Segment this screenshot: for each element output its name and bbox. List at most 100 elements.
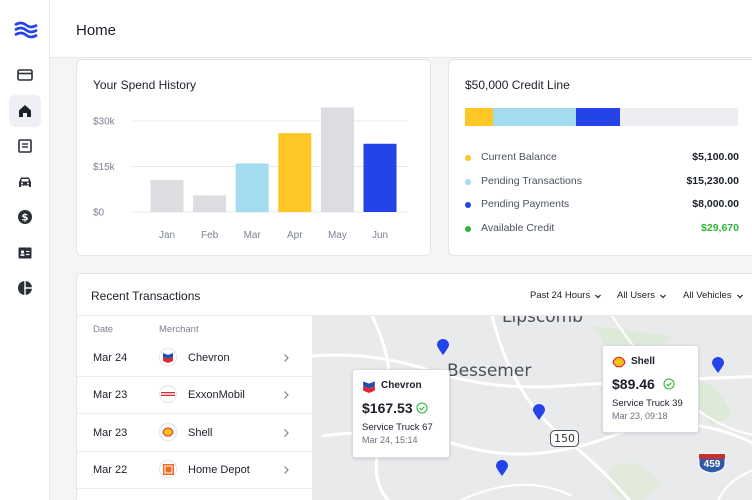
brand-logo-icon[interactable] [13,20,39,40]
bar-apr[interactable] [278,133,312,212]
home-depot-logo-icon [159,460,177,478]
bar-jan[interactable] [150,180,184,212]
road-shield-150: 150 [550,430,579,447]
transaction-merchant: Chevron [188,352,230,364]
receipt-icon [18,139,32,153]
x-tick-label: Mar [244,230,262,241]
popup-merchant: Shell [631,356,655,367]
x-tick-label: Apr [287,230,303,241]
legend-label: Pending Payments [481,198,570,210]
nav-item-users[interactable] [9,237,41,269]
pie-chart-icon [18,281,32,295]
legend-value: $29,670 [701,222,739,234]
legend-value: $5,100.00 [692,151,739,163]
spend-history-chart: $0 $15k $30k Jan Feb Mar Apr May Jun [93,107,407,241]
legend-value: $8,000.00 [692,198,739,210]
header: Home [50,0,752,58]
chevron-down-icon [736,294,743,298]
popup-time: Mar 23, 09:18 [612,411,668,421]
recent-transactions-card: Recent Transactions Past 24 Hours All Us… [76,273,752,500]
y-tick-label: $0 [93,208,105,219]
check-circle-icon [663,378,675,390]
shell-logo-icon [159,423,177,441]
transaction-row[interactable]: Mar 24 Chevron [77,340,312,377]
filter-users[interactable]: All Users [617,290,667,301]
nav-item-home[interactable] [9,95,41,127]
chevron-right-icon [284,391,289,399]
nav-item-reports[interactable] [9,272,41,304]
nav-item-payments[interactable]: $ [9,201,41,233]
popup-amount: $167.53 [362,400,413,416]
transaction-merchant: ExxonMobil [188,389,245,401]
svg-text:$: $ [22,213,29,224]
credit-line-title: $50,000 Credit Line [465,78,570,92]
exxonmobil-logo-icon [159,385,177,403]
chevron-down-icon [595,294,602,298]
chevron-right-icon [284,354,289,362]
legend-value: $15,230.00 [686,175,739,187]
nav-item-cards[interactable] [9,59,41,91]
legend-label: Pending Transactions [481,175,582,187]
x-tick-label: Jun [372,230,388,241]
map-pin-icon[interactable] [533,404,545,420]
chevron-down-icon [660,294,666,298]
page-title: Home [76,22,117,39]
transaction-row[interactable]: Mar 23 Shell [77,415,312,452]
popup-merchant: Chevron [381,380,422,391]
recent-transactions-title: Recent Transactions [91,289,201,303]
map-popup-chevron[interactable]: Chevron $167.53 Service Truck 67 Mar 24,… [352,369,450,458]
transaction-merchant: Home Depot [188,464,250,476]
credit-line-card: $50,000 Credit Line Current Balance $5,1… [448,59,752,256]
legend-dot [465,202,471,208]
legend-label: Current Balance [481,151,557,163]
transactions-map[interactable]: Lipscomb Bessemer H 150 459 Chevron $167… [312,316,752,500]
car-icon [19,177,31,187]
x-tick-label: May [328,230,347,241]
map-pin-icon[interactable] [712,357,724,373]
bar-mar[interactable] [235,163,269,212]
sidebar: $ [0,0,50,500]
legend-dot [465,155,471,161]
filter-label: All Vehicles [683,290,732,301]
nav-item-vehicles[interactable] [9,166,41,198]
chevron-logo-icon [159,348,177,366]
map-label-city: Lipscomb [502,316,583,327]
chevron-right-icon [284,466,289,474]
y-tick-label: $30k [93,117,116,128]
chevron-right-icon [284,429,289,437]
map-label-city: Bessemer [447,361,532,381]
transaction-row[interactable]: Mar 22 Home Depot [77,452,312,489]
legend-available-credit: Available Credit $29,670 [465,222,739,236]
nav-item-transactions[interactable] [9,130,41,162]
popup-time: Mar 24, 15:14 [362,435,418,445]
dollar-icon: $ [18,210,32,224]
transaction-date: Mar 23 [93,427,128,439]
map-pin-icon[interactable] [496,460,508,476]
column-header-merchant: Merchant [159,324,199,335]
chevron-logo-icon [363,381,375,393]
check-circle-icon [416,402,428,414]
interstate-shield-459: 459 [697,452,727,474]
legend-dot [465,179,471,185]
credit-bar-pending-transactions [492,108,576,126]
x-tick-label: Feb [201,230,219,241]
bar-may[interactable] [320,107,354,212]
home-icon [19,105,31,117]
map-popup-shell[interactable]: Shell $89.46 Service Truck 39 Mar 23, 09… [602,345,699,433]
bar-feb[interactable] [193,195,227,212]
filter-time-range[interactable]: Past 24 Hours [530,290,602,301]
popup-amount: $89.46 [612,376,655,392]
legend-current-balance: Current Balance $5,100.00 [465,151,739,165]
transaction-row[interactable]: Mar 23 ExxonMobil [77,377,312,414]
transaction-list: Date Merchant Mar 24 Chevron Mar 23 Exxo… [77,316,312,500]
credit-usage-bar [465,108,738,126]
transaction-date: Mar 22 [93,464,128,476]
interstate-label: 459 [703,459,721,470]
bar-jun[interactable] [363,143,397,212]
map-pin-icon[interactable] [437,339,449,355]
legend-label: Available Credit [481,222,555,234]
popup-vehicle: Service Truck 39 [612,398,683,409]
filter-label: All Users [617,290,656,301]
legend-pending-transactions: Pending Transactions $15,230.00 [465,175,739,189]
filter-vehicles[interactable]: All Vehicles [683,290,744,301]
